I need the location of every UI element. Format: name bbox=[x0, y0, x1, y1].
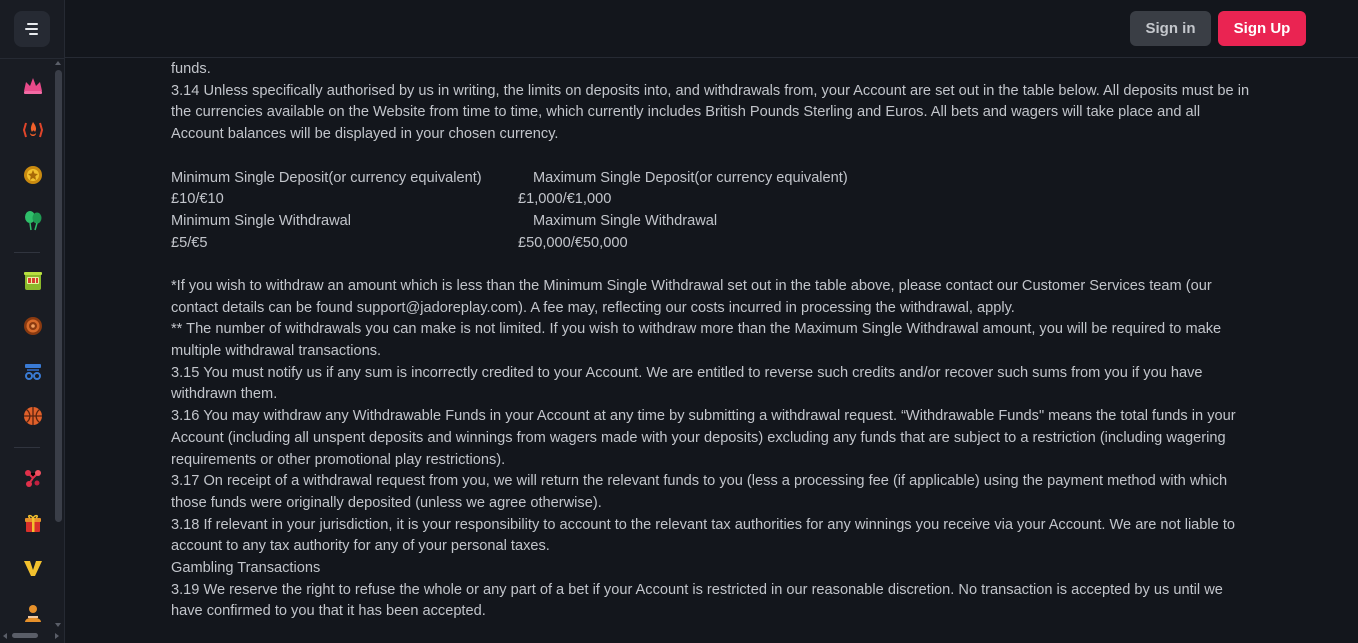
sidebar-item-featured[interactable] bbox=[20, 162, 46, 188]
sidebar-item-table-games[interactable] bbox=[20, 358, 46, 384]
flame-brackets-icon bbox=[22, 122, 44, 138]
sidebar-item-roulette[interactable] bbox=[20, 313, 46, 339]
section-heading-gambling-transactions: Gambling Transactions bbox=[171, 560, 321, 577]
fire-crown-icon bbox=[24, 78, 42, 94]
footnote-min-withdrawal: *If you wish to withdraw an amount which… bbox=[171, 277, 1212, 316]
gift-icon bbox=[25, 514, 41, 532]
min-deposit-label: Minimum Single Deposit(or currency equiv… bbox=[171, 169, 482, 186]
hamburger-icon bbox=[25, 23, 38, 35]
sidebar-item-trending[interactable] bbox=[20, 117, 46, 143]
paragraph-3-19: 3.19 We reserve the right to refuse the … bbox=[171, 581, 1223, 620]
table-row: Minimum Single Withdrawal Maximum Single… bbox=[171, 211, 1251, 233]
v-logo-icon bbox=[24, 561, 42, 576]
table-games-icon bbox=[25, 364, 41, 380]
table-row: £10/€10 £1,000/€1,000 bbox=[171, 189, 1251, 211]
sidebar-item-hot[interactable] bbox=[20, 72, 46, 98]
scroll-right-arrow-icon[interactable] bbox=[55, 633, 59, 639]
balloons-icon bbox=[25, 211, 42, 231]
max-deposit-value: £1,000/€1,000 bbox=[518, 191, 612, 208]
scroll-down-arrow-icon[interactable] bbox=[55, 623, 61, 627]
star-badge-icon bbox=[24, 166, 42, 184]
min-deposit-value: £10/€10 bbox=[171, 191, 224, 208]
table-row: Minimum Single Deposit(or currency equiv… bbox=[171, 168, 1251, 190]
sidebar-horizontal-scrollbar[interactable] bbox=[12, 633, 38, 638]
limits-table: Minimum Single Deposit(or currency equiv… bbox=[171, 168, 1251, 255]
sidebar-scrollbar[interactable] bbox=[55, 70, 62, 522]
min-withdrawal-label: Minimum Single Withdrawal bbox=[171, 212, 352, 229]
sidebar-item-promotions[interactable] bbox=[20, 510, 46, 536]
min-withdrawal-value: £5/€5 bbox=[171, 234, 208, 251]
menu-toggle-button[interactable] bbox=[14, 11, 50, 47]
footnote-withdrawal-count: ** The number of withdrawals you can mak… bbox=[171, 321, 1222, 360]
molecule-icon bbox=[25, 470, 41, 487]
sidebar-item-fun[interactable] bbox=[20, 207, 46, 233]
sidebar-item-crash[interactable] bbox=[20, 465, 46, 491]
terms-content: funds. 3.14 Unless specifically authoris… bbox=[171, 59, 1251, 643]
sidebar bbox=[0, 0, 65, 643]
max-deposit-label: Maximum Single Deposit(or currency equiv… bbox=[533, 169, 848, 186]
paragraph-3-17: 3.17 On receipt of a withdrawal request … bbox=[171, 473, 1228, 511]
sidebar-item-slots[interactable] bbox=[20, 268, 46, 294]
slot-machine-icon bbox=[24, 272, 42, 290]
max-withdrawal-label: Maximum Single Withdrawal bbox=[533, 212, 718, 229]
top-header: Sign in Sign Up bbox=[65, 0, 1358, 58]
scroll-left-arrow-icon[interactable] bbox=[3, 633, 7, 639]
basketball-icon bbox=[24, 407, 42, 425]
paragraph-3-16: 3.16 You may withdraw any Withdrawable F… bbox=[171, 408, 1236, 468]
paragraph-3-15: 3.15 You must notify us if any sum is in… bbox=[171, 364, 1203, 403]
max-withdrawal-value: £50,000/€50,000 bbox=[518, 234, 628, 251]
sidebar-divider bbox=[0, 58, 65, 59]
sidebar-item-sports[interactable] bbox=[20, 403, 46, 429]
sign-in-button[interactable]: Sign in bbox=[1130, 11, 1211, 46]
paragraph-3-18: 3.18 If relevant in your jurisdiction, i… bbox=[171, 516, 1236, 555]
sidebar-separator bbox=[14, 252, 40, 253]
sidebar-item-vip[interactable] bbox=[20, 555, 46, 581]
table-row: £5/€5 £50,000/€50,000 bbox=[171, 233, 1251, 255]
paragraph-fragment: funds. bbox=[171, 61, 211, 77]
users-icon bbox=[25, 605, 41, 622]
target-icon bbox=[24, 317, 42, 335]
scroll-up-arrow-icon[interactable] bbox=[55, 61, 61, 65]
sign-up-button[interactable]: Sign Up bbox=[1218, 11, 1306, 46]
sidebar-item-referral[interactable] bbox=[20, 600, 46, 626]
sidebar-separator bbox=[14, 447, 40, 448]
paragraph-3-14: 3.14 Unless specifically authorised by u… bbox=[171, 82, 1250, 143]
